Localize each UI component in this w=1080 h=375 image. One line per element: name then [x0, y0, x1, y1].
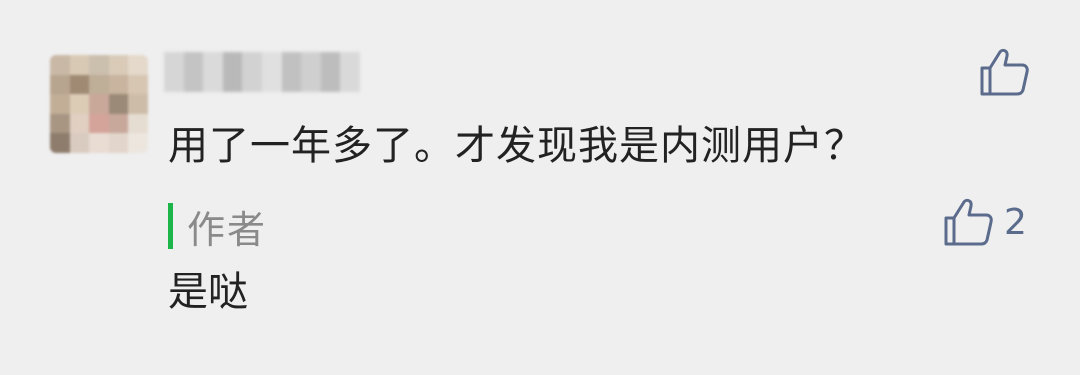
- thumbs-up-icon: [980, 48, 1029, 96]
- username-blurred[interactable]: [164, 52, 360, 92]
- avatar[interactable]: [50, 55, 148, 153]
- author-accent-bar: [168, 203, 173, 249]
- like-count: 2: [1004, 201, 1027, 243]
- author-label: 作者: [187, 207, 268, 252]
- thumbs-up-icon: [944, 198, 993, 246]
- author-reply: 作者: [168, 198, 267, 254]
- author-tag: 作者: [168, 198, 267, 254]
- reply-like-button[interactable]: 2: [942, 196, 1027, 248]
- reply-text: 是哒: [168, 269, 248, 315]
- comment-text: 用了一年多了。才发现我是内测用户？: [168, 123, 865, 169]
- comment-card: 用了一年多了。才发现我是内测用户？ 作者 是哒 2: [0, 0, 1080, 375]
- like-button[interactable]: [978, 46, 1030, 98]
